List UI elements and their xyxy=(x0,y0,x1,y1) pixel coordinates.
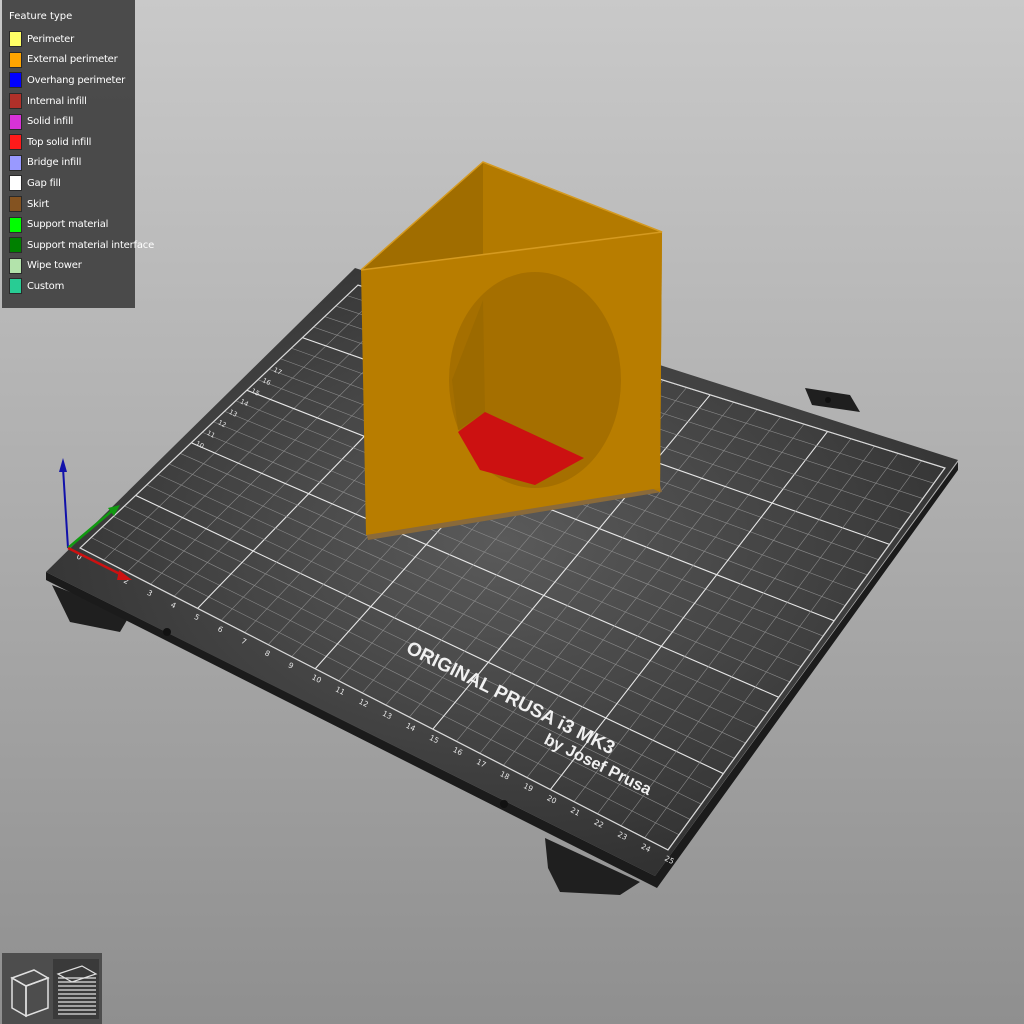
legend-swatch xyxy=(9,196,22,213)
legend-title: Feature type xyxy=(9,11,73,22)
legend-swatch xyxy=(9,134,22,151)
legend-label: Top solid infill xyxy=(27,136,92,148)
legend-label: Skirt xyxy=(27,198,49,210)
legend-item: Bridge infill xyxy=(9,153,135,174)
legend-item: Solid infill xyxy=(9,111,135,132)
bed-screw-hole xyxy=(163,628,171,636)
legend-label: Gap fill xyxy=(27,177,61,189)
legend-label: Internal infill xyxy=(27,95,87,107)
legend-label: Bridge infill xyxy=(27,157,82,169)
legend-item: Overhang perimeter xyxy=(9,70,135,91)
z-axis xyxy=(62,467,69,549)
legend-item: Gap fill xyxy=(9,173,135,194)
feature-type-legend: Feature type Perimeter External perimeter… xyxy=(2,0,154,308)
3d-view-button[interactable] xyxy=(6,959,52,1019)
legend-swatch xyxy=(9,237,22,254)
legend-item: Wipe tower xyxy=(9,256,135,277)
bed-screw-hole xyxy=(825,397,831,403)
cube-icon xyxy=(9,968,50,1017)
bed-screw-hole xyxy=(500,800,508,808)
view-toggle-bar xyxy=(2,953,102,1024)
legend-swatch xyxy=(9,175,22,192)
legend-swatch xyxy=(9,216,22,233)
legend-item: Support material interface xyxy=(9,235,154,256)
legend-item: Custom xyxy=(9,276,135,297)
legend-swatch xyxy=(9,93,22,110)
legend-swatch xyxy=(9,257,22,274)
legend-item: Internal infill xyxy=(9,91,135,112)
legend-swatch xyxy=(9,278,22,295)
legend-item: Top solid infill xyxy=(9,132,135,153)
legend-label: Custom xyxy=(27,280,65,292)
legend-swatch xyxy=(9,51,22,68)
z-axis-arrow xyxy=(59,458,67,472)
3d-viewport[interactable]: 0234567891011121314151617181920212223242… xyxy=(0,0,1024,1024)
legend-label: Perimeter xyxy=(27,33,74,45)
legend-swatch xyxy=(9,31,22,48)
layers-preview-button[interactable] xyxy=(52,958,99,1019)
legend-label: Wipe tower xyxy=(27,260,82,272)
layers-icon xyxy=(56,964,97,1015)
legend-item: External perimeter xyxy=(9,50,135,71)
legend-item: Perimeter xyxy=(9,29,135,50)
model-preview[interactable] xyxy=(360,161,663,540)
legend-item: Skirt xyxy=(9,194,135,215)
legend-label: Overhang perimeter xyxy=(27,74,126,86)
legend-item: Support material xyxy=(9,214,135,235)
legend-swatch xyxy=(9,154,22,171)
legend-label: Solid infill xyxy=(27,116,74,128)
legend-label: Support material interface xyxy=(27,239,155,251)
legend-swatch xyxy=(9,113,22,130)
legend-label: External perimeter xyxy=(27,54,118,66)
legend-label: Support material xyxy=(27,219,109,231)
bed-foot xyxy=(805,388,860,412)
legend-swatch xyxy=(9,72,22,89)
